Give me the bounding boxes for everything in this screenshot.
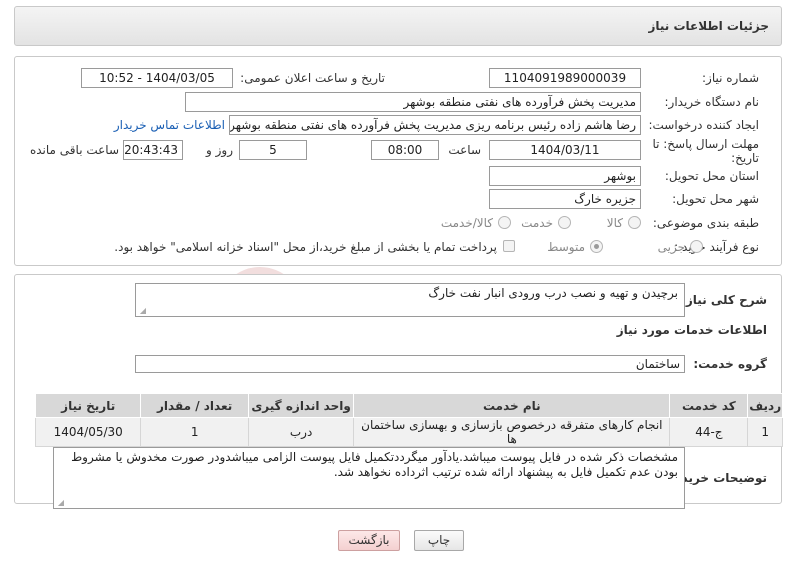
back-button[interactable]: بازگشت — [338, 530, 400, 551]
buyer-org-field: مدیریت پخش فرآورده های نفتی منطقه بوشهر — [185, 92, 641, 112]
requester-field: رضا هاشم زاده رئیس برنامه ریزی مدیریت پخ… — [229, 115, 641, 135]
purchase-medium-label: متوسط — [547, 240, 585, 254]
col-row: ردیف — [747, 393, 783, 418]
need-number-label: شماره نیاز: — [702, 71, 759, 85]
buyer-contact-link[interactable]: اطلاعات تماس خریدار — [114, 118, 225, 132]
category-service-radio[interactable] — [558, 216, 571, 229]
remaining-label: ساعت باقی مانده — [29, 143, 119, 157]
services-table: ردیف کد خدمت نام خدمت واحد اندازه گیری ت… — [34, 393, 783, 447]
deadline-time-label: ساعت — [448, 143, 481, 157]
days-label: روز و — [206, 143, 233, 157]
category-service-label: خدمت — [521, 216, 553, 230]
city-field: جزیره خارگ — [489, 189, 641, 209]
deadline-time-field: 08:00 — [371, 140, 439, 160]
need-number-field: 1104091989000039 — [489, 68, 641, 88]
cell-date: 1404/05/30 — [34, 417, 142, 447]
requester-label: ایجاد کننده درخواست: — [648, 118, 759, 132]
page-title: جزئیات اطلاعات نیاز — [648, 19, 769, 33]
purchase-type-label: نوع فرآیند خرید : — [674, 240, 759, 254]
purchase-minor-radio[interactable] — [690, 240, 703, 253]
buyer-notes-field: مشخصات ذکر شده در فایل پیوست میباشد.یادآ… — [53, 447, 685, 509]
services-section-title: اطلاعات خدمات مورد نیاز — [616, 323, 767, 337]
category-both-radio[interactable] — [498, 216, 511, 229]
purchase-minor-label: جزیی — [657, 240, 685, 254]
category-label: طبقه بندی موضوعی: — [652, 216, 759, 230]
buyer-org-label: نام دستگاه خریدار: — [664, 95, 760, 109]
announce-label: تاریخ و ساعت اعلان عمومی: — [240, 71, 385, 85]
buyer-notes-text: مشخصات ذکر شده در فایل پیوست میباشد.یادآ… — [71, 450, 678, 479]
cell-unit: درب — [247, 417, 355, 447]
province-label: استان محل تحویل: — [664, 169, 759, 183]
remaining-days-field: 5 — [239, 140, 307, 160]
deadline-date-field: 1404/03/11 — [489, 140, 641, 160]
resize-grip-icon[interactable]: ◢ — [56, 499, 64, 507]
category-goods-label: کالا — [606, 216, 623, 230]
cell-qty: 1 — [140, 417, 249, 447]
table-row: 1 ج-44 انجام کارهای متفرقه درخصوص بازساز… — [34, 417, 783, 447]
header-bar: جزئیات اطلاعات نیاز — [14, 6, 782, 46]
deadline-label: مهلت ارسال پاسخ: تا تاریخ: — [652, 137, 759, 165]
col-code: کد خدمت — [669, 393, 749, 418]
announce-field: 1404/03/05 - 10:52 — [81, 68, 233, 88]
col-date: تاریخ نیاز — [34, 393, 142, 418]
treasury-payment-note: پرداخت تمام یا بخشی از مبلغ خرید،از محل … — [114, 240, 497, 254]
treasury-checkbox[interactable] — [503, 240, 515, 252]
remaining-time-field: 20:43:43 — [123, 140, 183, 160]
summary-label: شرح کلی نیاز: — [681, 293, 767, 307]
cell-code: ج-44 — [669, 417, 749, 447]
col-unit: واحد اندازه گیری — [247, 393, 355, 418]
col-qty: تعداد / مقدار — [140, 393, 249, 418]
category-both-label: کالا/خدمت — [440, 216, 493, 230]
print-button[interactable]: چاپ — [414, 530, 464, 551]
col-name: نام خدمت — [353, 393, 671, 418]
summary-field: برچیدن و تهیه و نصب درب ورودی انبار نفت … — [135, 283, 685, 317]
category-goods-radio[interactable] — [628, 216, 641, 229]
need-details-panel: شرح کلی نیاز: برچیدن و تهیه و نصب درب ور… — [14, 274, 783, 509]
cell-name: انجام کارهای متفرقه درخصوص بازسازی و بهس… — [353, 417, 671, 447]
service-group-label: گروه خدمت: — [693, 357, 767, 371]
resize-grip-icon[interactable]: ◢ — [138, 307, 146, 315]
city-label: شهر محل تحویل: — [672, 192, 759, 206]
service-group-field: ساختمان — [135, 355, 685, 373]
purchase-medium-radio[interactable] — [590, 240, 603, 253]
need-info-panel: شماره نیاز: 1104091989000039 تاریخ و ساع… — [14, 56, 782, 266]
cell-row: 1 — [747, 417, 783, 447]
province-field: بوشهر — [489, 166, 641, 186]
table-header-row: ردیف کد خدمت نام خدمت واحد اندازه گیری ت… — [34, 393, 783, 418]
summary-text: برچیدن و تهیه و نصب درب ورودی انبار نفت … — [428, 286, 678, 300]
